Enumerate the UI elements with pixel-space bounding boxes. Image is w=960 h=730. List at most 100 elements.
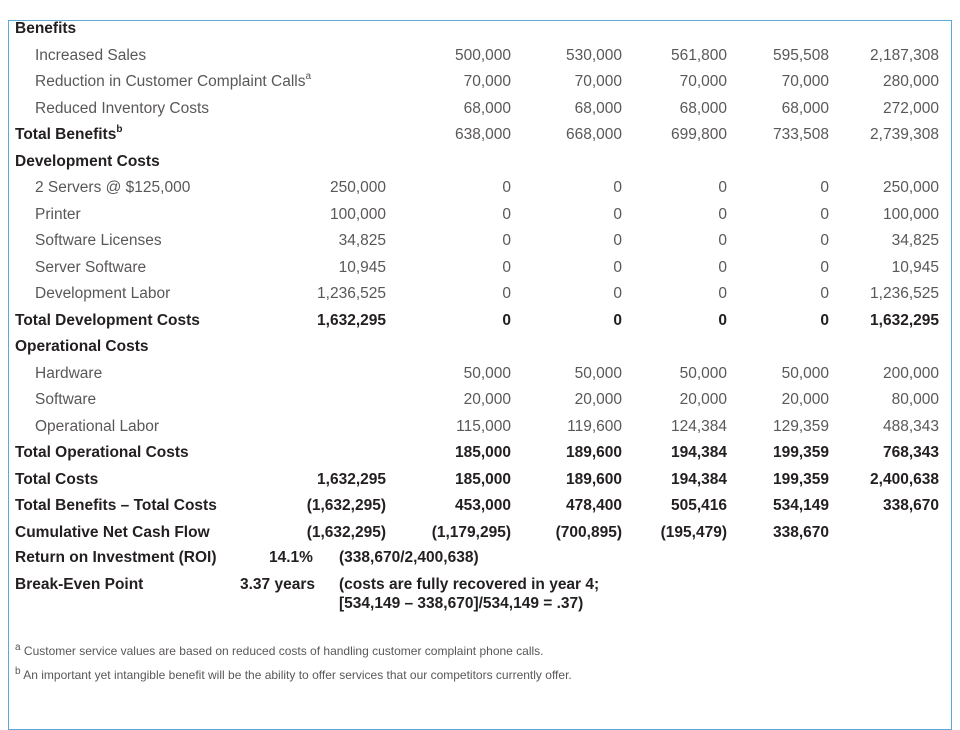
row-label: Benefits (15, 20, 76, 38)
cell-col-3: 50,000 (679, 364, 727, 382)
table-row: Software Licenses 34,825 0 0 0 0 34,825 (0, 232, 960, 258)
breakeven-note-line2: [534,149 – 338,670]/534,149 = .37) (339, 595, 584, 612)
table-row: Reduction in Customer Complaint Callsa 70… (0, 72, 960, 99)
cell-col-5: 80,000 (891, 391, 939, 408)
footnote-text: Customer service values are based on red… (23, 644, 544, 658)
table-row: Development Labor 1,236,525 0 0 0 0 1,236,525 (0, 285, 960, 311)
cell-col-4: 534,149 (772, 497, 829, 514)
table-row: Benefits (0, 20, 960, 46)
table-row: Total Benefits – Total Costs (1,632,295) 4… (0, 497, 960, 523)
row-label: Server Software (35, 259, 146, 277)
roi-value: 14.1% (269, 549, 313, 566)
row-label: Total Benefits – Total Costs (15, 497, 217, 515)
table-row: Total Development Costs 1,632,295 0 0 0 0 1,63… (0, 312, 960, 338)
cell-col-2: 0 (613, 205, 622, 223)
cell-col-1: 453,000 (454, 497, 511, 514)
table-row: Total Costs 1,632,295 185,000 189,600 194,38… (0, 471, 960, 497)
cell-col-4: 0 (820, 285, 829, 302)
row-label-text: Software Licenses (35, 232, 162, 249)
cell-col-1: 185,000 (454, 470, 511, 488)
cell-col-3: 0 (718, 205, 727, 223)
cell-col-5: 100,000 (882, 205, 939, 223)
cell-col-2: 189,600 (565, 444, 622, 461)
row-label: Reduced Inventory Costs (35, 100, 209, 118)
footnote-mark: a (15, 642, 21, 653)
breakeven-value: 3.37 years (240, 576, 315, 593)
cell-col-3: 20,000 (679, 391, 727, 408)
cell-col-2: 68,000 (574, 99, 622, 117)
cell-col-1: 638,000 (454, 126, 511, 143)
table-row: Reduced Inventory Costs 68,000 68,000 68,00… (0, 100, 960, 126)
cell-col-5: 34,825 (891, 232, 939, 249)
cell-col-4: 0 (820, 179, 829, 196)
cell-col-2: 0 (613, 179, 622, 196)
cell-col-3: (195,479) (660, 523, 727, 541)
cell-col-3: 505,416 (670, 497, 727, 514)
cell-col-3: 0 (718, 311, 727, 329)
cell-col-0: 34,825 (338, 232, 386, 249)
cell-col-5: 250,000 (882, 179, 939, 196)
cell-col-1: 0 (502, 311, 511, 329)
row-label-text: Total Operational Costs (15, 444, 189, 461)
row-label-text: Development Costs (15, 152, 160, 170)
table-row: Printer 100,000 0 0 0 0 100,000 (0, 206, 960, 232)
roi-formula: (338,670/2,400,638) (339, 549, 479, 566)
cell-col-5: 2,739,308 (870, 126, 939, 143)
breakeven-row: Break-Even Point 3.37 years (costs are f… (0, 576, 960, 612)
cell-col-2: 478,400 (565, 497, 622, 514)
cell-col-3: 0 (718, 285, 727, 302)
cell-col-5: 280,000 (882, 73, 939, 90)
cell-col-2: 0 (613, 232, 622, 249)
cell-col-0: 250,000 (329, 179, 386, 196)
row-label: 2 Servers @ $125,000 (35, 179, 190, 197)
cell-col-3: 124,384 (670, 417, 727, 435)
cell-col-5: 2,187,308 (870, 46, 939, 64)
cell-col-4: 50,000 (781, 364, 829, 382)
cell-col-0: 1,632,295 (317, 311, 386, 329)
table-row: Cumulative Net Cash Flow (1,632,295) (1,17… (0, 524, 960, 550)
cell-col-1: 0 (502, 232, 511, 249)
row-label: Development Costs (15, 153, 160, 171)
cell-col-3: 70,000 (679, 73, 727, 90)
row-label-text: Benefits (15, 20, 77, 37)
cell-col-1: 0 (502, 179, 511, 196)
cell-col-1: 50,000 (463, 364, 511, 382)
cell-col-4: 595,508 (772, 46, 829, 64)
cell-col-3: 0 (718, 258, 727, 276)
table-row: Total Benefitsb 638,000 668,000 699,800 733,… (0, 124, 960, 152)
cell-col-0: (1,632,295) (306, 497, 386, 514)
table-row: Increased Sales 500,000 530,000 561,800 595,… (0, 47, 960, 73)
row-label-text: Printer (35, 205, 81, 223)
row-label: Printer (35, 206, 81, 224)
table-row: 2 Servers @ $125,000 250,000 0 0 0 0 250,000 (0, 179, 960, 205)
table-row: Software 20,000 20,000 20,000 20,000 80,000 (0, 391, 960, 417)
cell-col-5: 338,670 (882, 497, 939, 514)
cell-col-5: 488,343 (882, 417, 939, 435)
cell-col-5: 768,343 (882, 444, 939, 461)
row-label: Cumulative Net Cash Flow (15, 524, 210, 542)
cell-col-1: 500,000 (454, 46, 511, 64)
cell-col-1: 70,000 (463, 73, 511, 90)
row-label-text: Server Software (35, 258, 147, 276)
footnote-mark: b (15, 666, 21, 677)
row-label-text: Increased Sales (35, 46, 147, 64)
row-label: Development Labor (35, 285, 170, 303)
row-label: Software (35, 391, 96, 409)
row-label: Total Benefitsb (15, 124, 123, 144)
cell-col-2: 0 (613, 285, 622, 302)
cell-col-3: 0 (718, 232, 727, 249)
row-label: Total Operational Costs (15, 444, 189, 462)
row-label-text: Hardware (35, 364, 103, 382)
cell-col-3: 194,384 (670, 444, 727, 461)
row-label-text: Development Labor (35, 285, 171, 302)
cell-col-2: (700,895) (555, 523, 622, 541)
cell-col-2: 0 (613, 258, 622, 276)
footnote-marker: b (116, 124, 123, 135)
row-label-text: Total Benefits (15, 126, 117, 143)
cell-col-0: 1,236,525 (317, 285, 386, 302)
cell-col-4: 733,508 (772, 126, 829, 143)
table-row: Development Costs (0, 153, 960, 179)
cell-col-4: 0 (820, 311, 829, 329)
cell-col-4: 70,000 (781, 73, 829, 90)
row-label-text: Reduced Inventory Costs (35, 99, 210, 117)
